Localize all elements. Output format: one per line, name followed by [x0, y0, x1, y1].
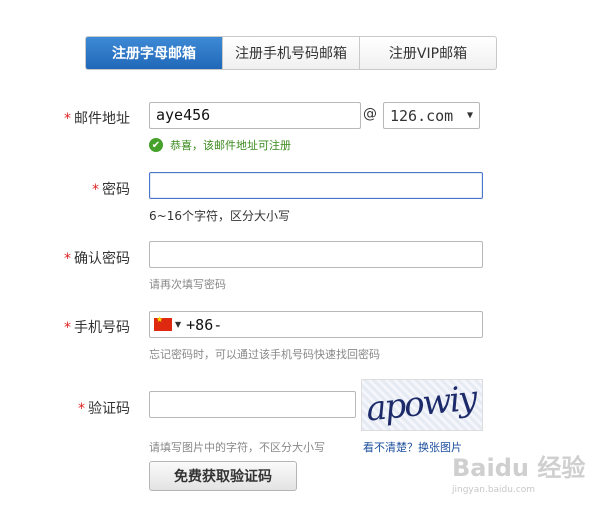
- confirm-password-label: * 确认密码: [64, 251, 130, 267]
- refresh-captcha-link[interactable]: 看不清楚？换张图片: [363, 439, 462, 455]
- get-free-code-button[interactable]: 免费获取验证码: [149, 461, 297, 491]
- tab-vip-email[interactable]: 注册VIP邮箱: [359, 37, 496, 69]
- tab-phone-email[interactable]: 注册手机号码邮箱: [222, 37, 359, 69]
- tab-letter-email[interactable]: 注册字母邮箱: [86, 37, 222, 69]
- captcha-input[interactable]: [149, 391, 356, 418]
- email-username-input[interactable]: aye456: [149, 102, 361, 129]
- phone-hint: 忘记密码时，可以通过该手机号码快速找回密码: [149, 348, 380, 361]
- email-domain-select[interactable]: 126.com ▼: [383, 102, 480, 129]
- baidu-jingyan-watermark: Baidu 经验 jingyan.baidu.com: [452, 448, 588, 498]
- password-input[interactable]: [149, 172, 483, 199]
- phone-label: * 手机号码: [64, 320, 130, 336]
- captcha-label: * 验证码: [78, 401, 130, 417]
- email-available-message: ✔ 恭喜，该邮件地址可注册: [149, 137, 291, 153]
- captcha-image-text: apowiy: [364, 379, 478, 430]
- phone-input[interactable]: ▼ +86-: [149, 311, 483, 338]
- captcha-image[interactable]: apowiy: [361, 379, 483, 431]
- email-label: * 邮件地址: [64, 111, 130, 127]
- china-flag-icon[interactable]: [154, 315, 172, 331]
- at-sign: @: [363, 106, 377, 122]
- watermark-logo-text: Baidu 经验: [452, 454, 586, 482]
- country-code-prefix: +86-: [186, 315, 223, 334]
- check-icon: ✔: [149, 138, 163, 152]
- email-domain-value: 126.com: [390, 106, 454, 125]
- confirm-password-input[interactable]: [149, 241, 483, 268]
- confirm-password-hint: 请再次填写密码: [149, 278, 226, 291]
- password-label: * 密码: [92, 182, 130, 198]
- watermark-url: jingyan.baidu.com: [452, 485, 536, 495]
- password-hint: 6~16个字符，区分大小写: [149, 209, 290, 223]
- country-chevron-down-icon[interactable]: ▼: [175, 320, 181, 329]
- required-mark: *: [64, 111, 71, 127]
- chevron-down-icon: ▼: [466, 110, 473, 121]
- captcha-hint: 请填写图片中的字符，不区分大小写: [149, 441, 325, 454]
- registration-type-tabs: 注册字母邮箱 注册手机号码邮箱 注册VIP邮箱: [85, 36, 497, 70]
